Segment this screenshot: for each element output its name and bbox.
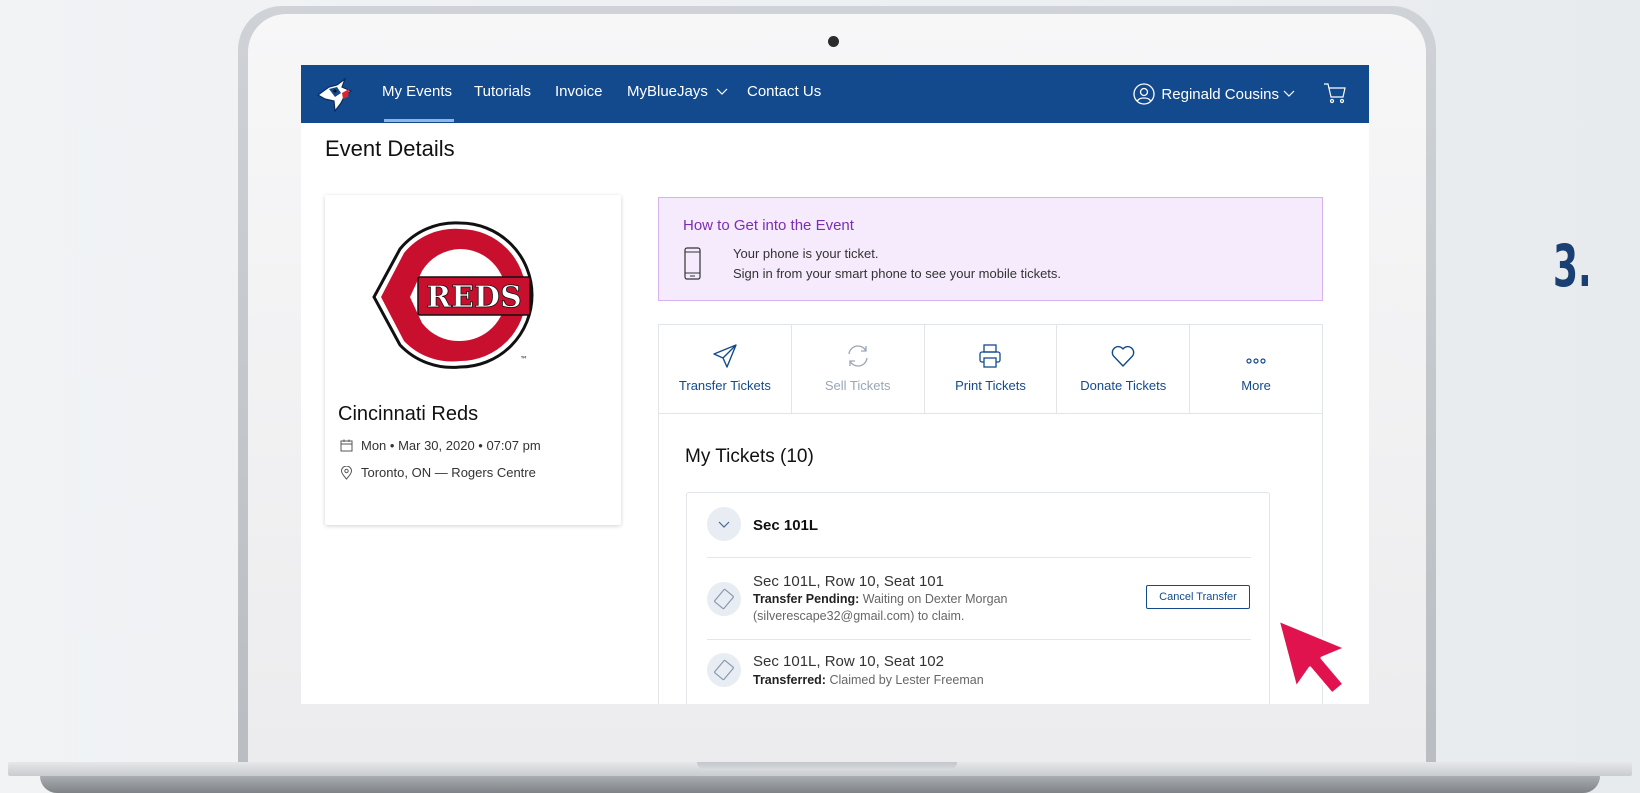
cursor-arrow-icon (1276, 618, 1348, 696)
divider (707, 639, 1251, 640)
section-group: Sec 101L Sec 101L, Row 10, Seat 101 Tran… (686, 492, 1270, 704)
sell-tickets-button[interactable]: Sell Tickets (792, 325, 925, 413)
heart-icon (1111, 345, 1135, 367)
laptop-base (0, 762, 1640, 793)
ticket-seat-title: Sec 101L, Row 10, Seat 102 (753, 653, 944, 670)
my-tickets-heading: My Tickets (10) (685, 446, 814, 467)
print-tickets-label: Print Tickets (955, 378, 1026, 393)
cancel-transfer-button[interactable]: Cancel Transfer (1146, 585, 1250, 609)
location-pin-icon (340, 465, 353, 480)
user-icon (1133, 83, 1156, 105)
ticket-status-text: Waiting on Dexter Morgan (862, 592, 1008, 606)
event-location: Toronto, ON — Rogers Centre (361, 465, 536, 480)
step-number: 3. (1553, 232, 1592, 300)
entry-info-line-2: Sign in from your smart phone to see you… (733, 266, 1062, 281)
event-date: Mon • Mar 30, 2020 • 07:07 pm (361, 438, 541, 453)
donate-tickets-button[interactable]: Donate Tickets (1057, 325, 1191, 413)
page-title: Event Details (325, 136, 455, 161)
print-tickets-button[interactable]: Print Tickets (925, 325, 1058, 413)
top-navbar: My Events Tutorials Invoice MyBlueJays C… (301, 65, 1369, 123)
user-name: Reginald Cousins (1161, 85, 1279, 103)
ticket-seat-title: Sec 101L, Row 10, Seat 101 (753, 573, 944, 590)
team-name: Cincinnati Reds (338, 403, 479, 425)
laptop-hinge-notch (697, 762, 957, 770)
event-date-row: Mon • Mar 30, 2020 • 07:07 pm (340, 438, 541, 453)
event-card: REDS ™ Cincinnati Reds Mon • Mar 30, 202… (325, 195, 621, 525)
ticket-status-label: Transferred: (753, 673, 826, 687)
ticket-status-text-2: (silverescape32@gmail.com) to claim. (753, 609, 965, 623)
more-icon (1246, 358, 1266, 364)
nav-contact-us[interactable]: Contact Us (747, 83, 821, 100)
donate-tickets-label: Donate Tickets (1080, 378, 1167, 393)
nav-invoice[interactable]: Invoice (555, 83, 603, 100)
printer-icon (979, 344, 1002, 368)
ticket-status: Transferred: Claimed by Lester Freeman (753, 672, 984, 689)
svg-text:™: ™ (520, 355, 528, 364)
more-label: More (1241, 378, 1271, 393)
ticket-icon (707, 653, 741, 687)
tickets-area: My Tickets (10) Sec 101L Sec 101L, Row 1… (658, 414, 1323, 704)
ticket-status-label: Transfer Pending: (753, 592, 860, 606)
ticket-status: Transfer Pending: Waiting on Dexter Morg… (753, 591, 1008, 625)
laptop-frame: My Events Tutorials Invoice MyBlueJays C… (238, 6, 1438, 776)
more-button[interactable]: More (1190, 325, 1322, 413)
nav-tutorials[interactable]: Tutorials (474, 83, 531, 100)
entry-info-panel: How to Get into the Event Your phone is … (658, 197, 1323, 301)
send-icon (713, 344, 737, 368)
ticket-icon (707, 582, 741, 616)
laptop-base-bottom (40, 776, 1600, 793)
section-label: Sec 101L (753, 517, 819, 534)
user-menu[interactable]: Reginald Cousins (1133, 83, 1295, 105)
phone-icon (684, 247, 701, 280)
transfer-tickets-label: Transfer Tickets (678, 378, 771, 393)
chevron-down-icon (718, 521, 730, 528)
blue-jays-logo-icon[interactable] (315, 73, 357, 115)
entry-info-title: How to Get into the Event (683, 217, 854, 234)
refresh-icon (848, 345, 868, 367)
cart-icon[interactable] (1323, 81, 1347, 105)
calendar-icon (340, 439, 353, 452)
section-toggle-button[interactable] (707, 507, 741, 541)
event-location-row: Toronto, ON — Rogers Centre (340, 465, 536, 480)
active-tab-indicator (384, 119, 454, 122)
entry-info-line-1: Your phone is your ticket. (733, 246, 879, 261)
ticket-status-text: Claimed by Lester Freeman (829, 673, 984, 687)
nav-mybluejays[interactable]: MyBlueJays (627, 83, 728, 100)
ticket-actions-bar: Transfer Tickets Sell Tickets Print Tick… (658, 324, 1323, 414)
chevron-down-icon (1283, 90, 1295, 97)
nav-my-events[interactable]: My Events (382, 83, 452, 100)
camera-icon (828, 36, 839, 47)
sell-tickets-label: Sell Tickets (824, 378, 891, 393)
divider (707, 557, 1251, 558)
nav-mybluejays-label: MyBlueJays (627, 83, 708, 100)
team-logo-text: REDS (426, 280, 521, 315)
team-logo: REDS ™ (372, 221, 534, 369)
chevron-down-icon (716, 88, 728, 95)
screen: My Events Tutorials Invoice MyBlueJays C… (301, 65, 1369, 704)
transfer-tickets-button[interactable]: Transfer Tickets (659, 325, 792, 413)
